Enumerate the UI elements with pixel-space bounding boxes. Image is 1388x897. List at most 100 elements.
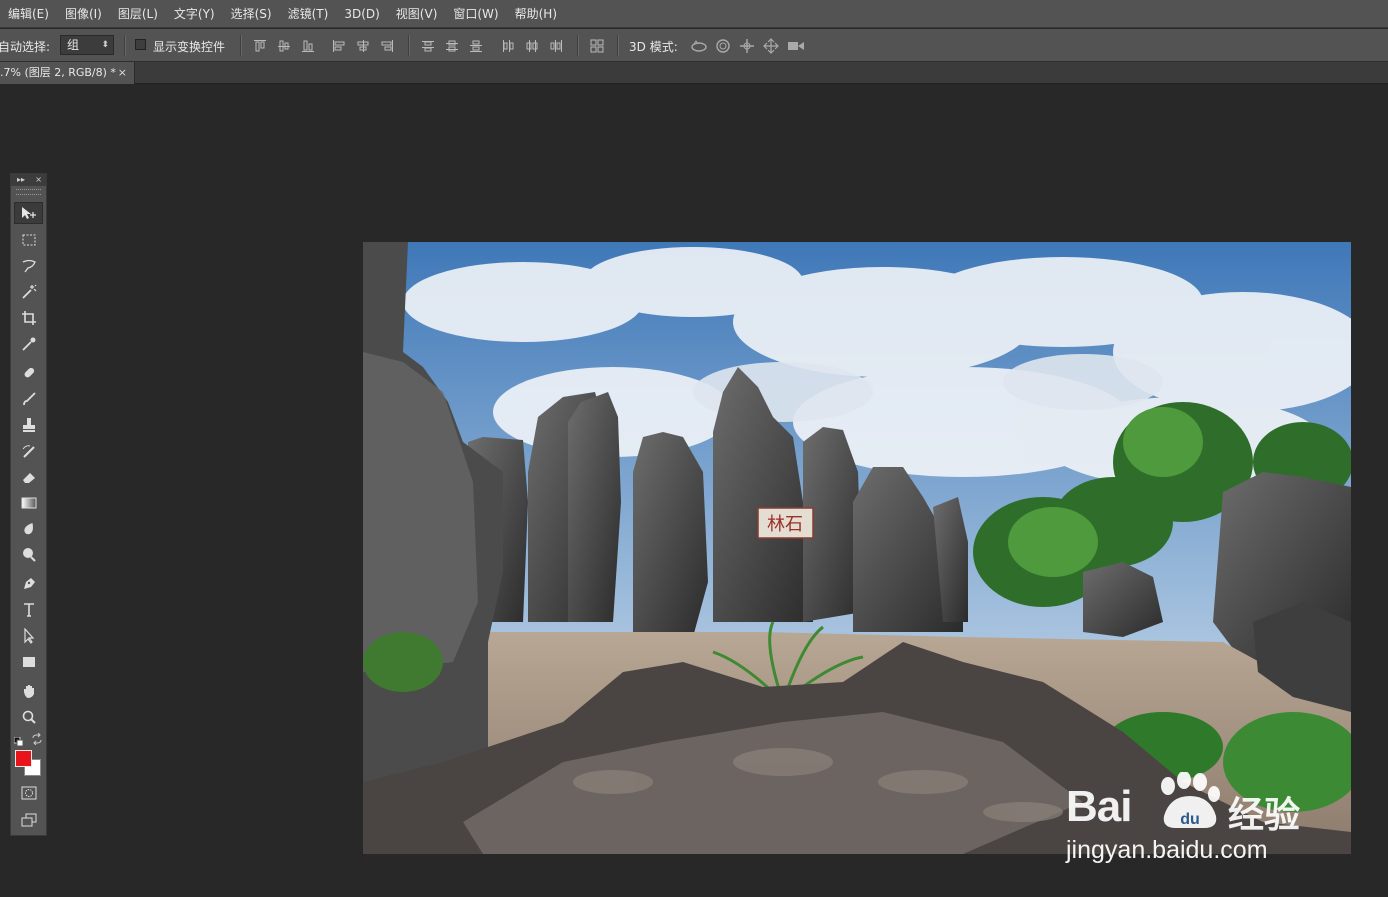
3d-mode-label: 3D 模式: <box>629 40 678 54</box>
divider <box>617 35 619 56</box>
watermark-brand: Bai <box>1066 782 1132 831</box>
eraser-icon <box>21 469 37 485</box>
divider <box>577 35 579 56</box>
type-tool[interactable] <box>14 599 43 621</box>
3d-rotate-icon[interactable] <box>690 38 707 54</box>
gradient-tool[interactable] <box>14 492 43 514</box>
dodge-tool[interactable] <box>14 544 43 566</box>
panel-grip[interactable] <box>16 189 41 195</box>
eyedropper-icon <box>21 336 37 352</box>
menu-layer[interactable]: 图层(L) <box>110 0 166 28</box>
history-brush-icon <box>21 443 37 459</box>
eraser-tool[interactable] <box>14 466 43 488</box>
default-colors-icon[interactable] <box>13 732 24 751</box>
3d-roll-icon[interactable] <box>715 38 731 54</box>
stone-sign-text: 林石 <box>767 514 803 535</box>
close-icon[interactable]: × <box>35 174 42 186</box>
rectangle-tool[interactable] <box>14 651 43 673</box>
divider <box>240 35 242 56</box>
rectangle-icon <box>21 655 37 669</box>
marquee-icon <box>21 233 37 247</box>
magic-wand-tool[interactable] <box>14 281 43 303</box>
move-tool[interactable] <box>14 202 43 224</box>
zoom-tool[interactable] <box>14 706 43 728</box>
document-tab-bar: .7% (图层 2, RGB/8) * × <box>0 62 1388 84</box>
foreground-color-swatch[interactable] <box>15 750 32 767</box>
menu-help[interactable]: 帮助(H) <box>507 0 565 28</box>
distribute-left-icon[interactable] <box>500 38 516 54</box>
close-icon[interactable]: × <box>118 62 127 83</box>
zoom-icon <box>21 709 37 725</box>
menu-type[interactable]: 文字(Y) <box>166 0 223 28</box>
menu-view[interactable]: 视图(V) <box>388 0 446 28</box>
menu-select[interactable]: 选择(S) <box>223 0 280 28</box>
align-bottom-edges-icon[interactable] <box>300 38 316 54</box>
path-selection-tool[interactable] <box>14 625 43 647</box>
distribute-horizontal-centers-icon[interactable] <box>524 38 540 54</box>
tools-panel: ▸▸ × <box>10 173 47 836</box>
align-horizontal-centers-icon[interactable] <box>355 38 371 54</box>
quick-mask-button[interactable] <box>14 782 43 804</box>
path-selection-icon <box>21 628 37 644</box>
crop-tool[interactable] <box>14 307 43 329</box>
distribute-right-icon[interactable] <box>548 38 564 54</box>
lasso-icon <box>21 259 37 273</box>
show-transform-label: 显示变换控件 <box>153 40 226 54</box>
menu-filter[interactable]: 滤镜(T) <box>280 0 337 28</box>
eyedropper-tool[interactable] <box>14 333 43 355</box>
align-left-edges-icon[interactable] <box>331 38 347 54</box>
3d-slide-icon[interactable] <box>763 38 779 54</box>
menu-window[interactable]: 窗口(W) <box>445 0 506 28</box>
document-tab[interactable]: .7% (图层 2, RGB/8) * × <box>0 62 135 84</box>
screen-mode-icon <box>21 813 37 827</box>
divider <box>124 35 126 56</box>
align-right-edges-icon[interactable] <box>379 38 395 54</box>
canvas-image[interactable]: 林石 <box>363 242 1351 854</box>
screen-mode-button[interactable] <box>14 809 43 831</box>
swap-colors-icon[interactable] <box>31 730 43 749</box>
align-vertical-centers-icon[interactable] <box>276 38 292 54</box>
brush-tool[interactable] <box>14 388 43 410</box>
magic-wand-icon <box>21 284 37 300</box>
marquee-tool[interactable] <box>14 229 43 251</box>
healing-brush-tool[interactable] <box>14 362 43 384</box>
menu-edit[interactable]: 编辑(E) <box>0 0 57 28</box>
auto-select-dropdown[interactable]: 组 ⬍ <box>60 35 114 55</box>
gradient-icon <box>21 496 37 510</box>
brush-icon <box>21 391 37 407</box>
3d-pan-icon[interactable] <box>739 38 755 54</box>
menu-image[interactable]: 图像(I) <box>57 0 110 28</box>
lasso-tool[interactable] <box>14 255 43 277</box>
auto-select-label: 自动选择: <box>0 40 51 54</box>
type-icon <box>21 602 37 618</box>
baidu-jingyan-watermark: Bai du 经验 jingyan.baidu.com <box>1066 771 1326 868</box>
distribute-vertical-centers-icon[interactable] <box>444 38 460 54</box>
document-tab-title: .7% (图层 2, RGB/8) * <box>0 66 116 79</box>
clone-stamp-tool[interactable] <box>14 414 43 436</box>
blur-tool[interactable] <box>14 518 43 540</box>
align-top-edges-icon[interactable] <box>252 38 268 54</box>
history-brush-tool[interactable] <box>14 440 43 462</box>
divider <box>408 35 410 56</box>
crop-icon <box>21 310 37 326</box>
distribute-bottom-icon[interactable] <box>468 38 484 54</box>
watermark-url: jingyan.baidu.com <box>1066 836 1268 864</box>
clone-stamp-icon <box>21 417 37 433</box>
healing-brush-icon <box>21 365 37 381</box>
distribute-top-icon[interactable] <box>420 38 436 54</box>
pen-tool[interactable] <box>14 573 43 595</box>
dropdown-arrows-icon: ⬍ <box>101 40 109 50</box>
show-transform-checkbox[interactable] <box>135 39 146 50</box>
auto-align-layers-icon[interactable] <box>589 38 605 54</box>
collapse-icon[interactable]: ▸▸ <box>17 174 25 186</box>
watermark-brand-cn: 经验 <box>1228 795 1301 836</box>
3d-scale-icon[interactable] <box>787 38 804 54</box>
quick-mask-icon <box>21 786 37 800</box>
paw-logo-icon: du <box>1154 771 1226 836</box>
menu-3d[interactable]: 3D(D) <box>336 0 387 28</box>
blur-icon <box>21 521 37 537</box>
svg-text:du: du <box>1180 811 1200 828</box>
menu-bar: 编辑(E) 图像(I) 图层(L) 文字(Y) 选择(S) 滤镜(T) 3D(D… <box>0 0 1388 28</box>
hand-tool[interactable] <box>14 680 43 702</box>
auto-select-value: 组 <box>67 38 80 52</box>
